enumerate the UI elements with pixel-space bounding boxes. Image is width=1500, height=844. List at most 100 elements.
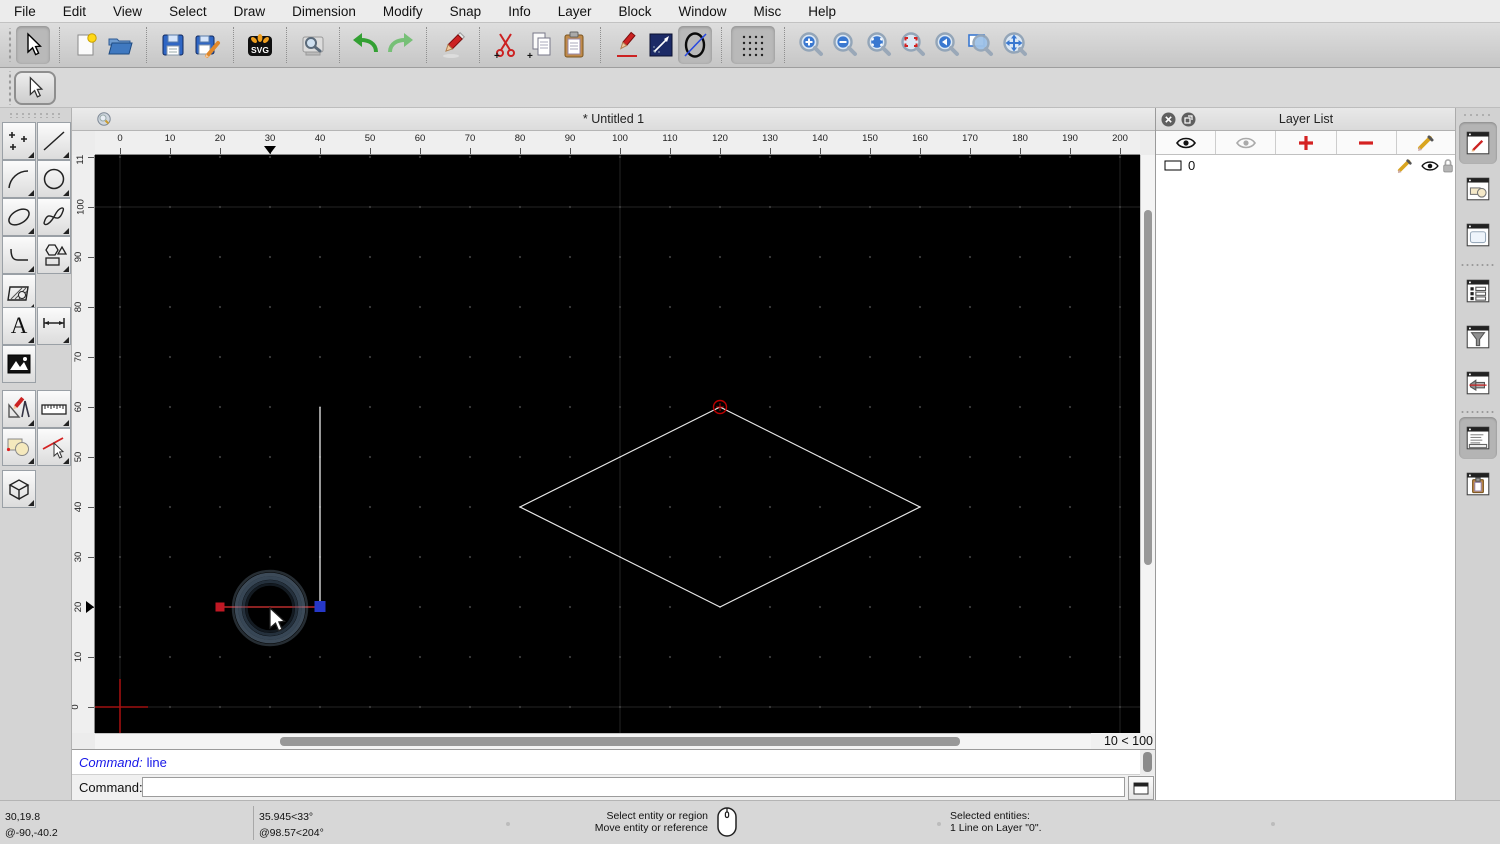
grid-dot [268,555,272,559]
toolbar-drag-handle[interactable] [6,71,14,105]
zoom-auto-button[interactable] [862,26,896,64]
order-tool-button[interactable] [2,428,36,466]
ruler-tick [1070,148,1071,154]
layer-list-dock-button[interactable] [1459,122,1497,164]
layer-visibility-eye-icon[interactable] [1420,159,1440,173]
drawing-canvas[interactable] [95,155,1140,733]
selection-pointer-button[interactable] [14,71,56,105]
scrollbar-thumb[interactable] [1144,210,1152,565]
print-preview-button[interactable] [296,26,330,64]
library-browser-dock-button[interactable] [1459,214,1497,256]
menu-item-modify[interactable]: Modify [383,4,423,19]
remove-layer-button[interactable] [1337,131,1397,154]
clipboard-dock-button[interactable] [1459,463,1497,505]
pencil-icon[interactable] [1396,158,1414,174]
layer-row[interactable]: 0 [1156,155,1456,177]
menu-item-select[interactable]: Select [169,4,207,19]
add-layer-button[interactable] [1276,131,1337,154]
canvas-horizontal-scrollbar[interactable] [95,733,1091,749]
paste-button[interactable] [557,26,591,64]
command-widget-dock-button[interactable] [1459,417,1497,459]
ellipse-tool-button[interactable] [678,26,712,64]
grid-dot [1018,705,1022,709]
grid-toggle-button[interactable] [731,26,775,64]
spline-tool-button[interactable] [37,198,71,236]
measure-tool-button[interactable] [37,390,71,428]
menu-item-dimension[interactable]: Dimension [292,4,356,19]
edit-layer-button[interactable] [1397,131,1456,154]
dock-drag-handle[interactable] [1462,113,1494,118]
command-input[interactable] [142,777,1125,797]
menu-item-file[interactable]: File [14,4,36,19]
delete-button[interactable] [436,26,470,64]
ellipse-tool-palette-button[interactable] [2,198,36,236]
line-settings-button[interactable] [644,26,678,64]
pen-attributes-button[interactable] [610,26,644,64]
toolbar-drag-handle[interactable] [6,28,14,62]
grid-dot [268,505,272,509]
line-tool-button[interactable] [37,122,71,160]
new-document-button[interactable] [69,26,103,64]
grid-dot [918,355,922,359]
menu-item-window[interactable]: Window [679,4,727,19]
text-tool-button[interactable]: A [2,307,36,345]
ruler-tick [88,457,94,458]
zoom-previous-button[interactable] [930,26,964,64]
command-history-scrollbar[interactable] [1140,750,1155,775]
grid-dot [1018,355,1022,359]
undock-icon[interactable] [1181,112,1196,127]
save-as-button[interactable] [190,26,224,64]
window-icon [1133,782,1149,794]
image-tool-button[interactable] [2,345,36,383]
hide-all-layers-button[interactable] [1216,131,1277,154]
circle-tool-button[interactable] [37,160,71,198]
canvas-vertical-scrollbar[interactable] [1140,155,1155,733]
copy-button[interactable]: + [523,26,557,64]
block-list-dock-button[interactable] [1459,168,1497,210]
select-tool-button[interactable] [16,26,50,64]
ruler-label: 40 [314,133,326,144]
cut-button[interactable]: + [489,26,523,64]
undo-button[interactable] [349,26,383,64]
menu-item-view[interactable]: View [113,4,142,19]
drawing-window-titlebar[interactable]: * Untitled 1 [72,108,1155,131]
grid-dot [968,155,972,159]
menu-item-info[interactable]: Info [508,4,531,19]
menu-item-layer[interactable]: Layer [558,4,592,19]
lock-icon[interactable] [1442,157,1454,174]
polyline-tool-button[interactable] [2,236,36,274]
entity-list-dock-button[interactable] [1459,270,1497,312]
scrollbar-thumb[interactable] [1143,752,1152,772]
pen-palette-dock-button[interactable] [1459,362,1497,404]
menu-item-help[interactable]: Help [808,4,836,19]
points-tool-button[interactable] [2,122,36,160]
views-3d-tool-button[interactable] [2,470,36,508]
menu-item-misc[interactable]: Misc [754,4,782,19]
delete-selected-tool-button[interactable] [37,428,71,466]
menu-item-block[interactable]: Block [619,4,652,19]
zoom-selected-button[interactable] [896,26,930,64]
grid-dot [168,305,172,309]
zoom-pan-button[interactable] [998,26,1032,64]
window-menu-icon[interactable] [96,111,112,127]
palette-drag-handle[interactable] [8,112,64,118]
menu-item-draw[interactable]: Draw [234,4,266,19]
menu-item-snap[interactable]: Snap [450,4,482,19]
dimension-tool-button[interactable] [37,307,71,345]
open-file-button[interactable] [103,26,137,64]
arc-tool-button[interactable] [2,160,36,198]
modify-tools-button[interactable] [2,390,36,428]
menu-item-edit[interactable]: Edit [63,4,86,19]
command-detach-button[interactable] [1128,776,1154,800]
redo-button[interactable] [383,26,417,64]
close-icon[interactable] [1161,112,1176,127]
polygon-tool-button[interactable] [37,236,71,274]
export-svg-button[interactable]: SVG [243,26,277,64]
zoom-window-button[interactable] [964,26,998,64]
zoom-out-button[interactable] [828,26,862,64]
show-all-layers-button[interactable] [1156,131,1217,154]
save-button[interactable] [156,26,190,64]
scrollbar-thumb[interactable] [280,737,960,746]
selection-filter-dock-button[interactable] [1459,316,1497,358]
zoom-in-button[interactable] [794,26,828,64]
